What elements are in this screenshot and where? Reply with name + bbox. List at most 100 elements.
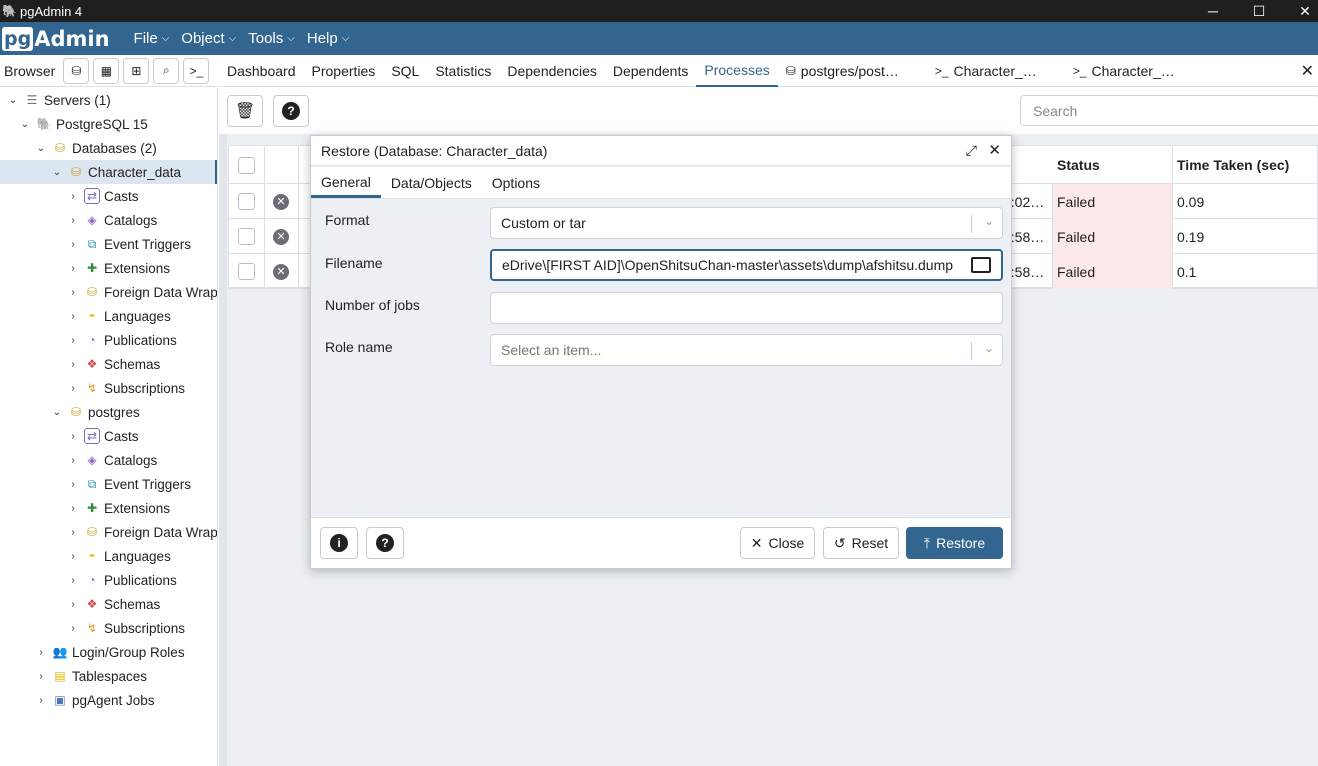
stop-process-icon[interactable]: ✕ — [273, 193, 289, 210]
tree-item-catalogs[interactable]: › ◈ Catalogs — [66, 208, 157, 232]
object-explorer-button[interactable]: ⛁ — [63, 57, 90, 84]
tab-statistics[interactable]: Statistics — [427, 55, 499, 87]
tab-psql-character-1[interactable]: >_ Character_… — [927, 55, 1045, 87]
tree-item-publications[interactable]: › ◔ Publications — [66, 568, 176, 592]
menu-tools[interactable]: Tools ⌵ — [242, 30, 301, 47]
close-dialog-icon[interactable]: ✕ — [988, 141, 1001, 159]
tree-item-publications[interactable]: › ◔ Publications — [66, 328, 176, 352]
tab-properties[interactable]: Properties — [304, 55, 384, 87]
chevron-right-icon[interactable]: › — [66, 359, 80, 370]
stop-process-icon[interactable]: ✕ — [273, 263, 289, 280]
tree-item-tablespaces[interactable]: › ▤ Tablespaces — [34, 664, 147, 688]
chevron-right-icon[interactable]: › — [34, 695, 48, 706]
chevron-down-icon[interactable]: ⌄ — [50, 167, 64, 178]
chevron-right-icon[interactable]: › — [66, 263, 80, 274]
tree-item-casts[interactable]: › ⇄ Casts — [66, 424, 139, 448]
tree-item-languages[interactable]: › ◓ Languages — [66, 304, 171, 328]
menu-help[interactable]: Help ⌵ — [301, 30, 355, 47]
tab-processes[interactable]: Processes — [696, 55, 778, 87]
header-status[interactable]: Status — [1053, 146, 1173, 184]
close-tab-icon[interactable]: ✕ — [1301, 61, 1314, 81]
chevron-down-icon[interactable]: ⌄ — [34, 143, 48, 154]
chevron-right-icon[interactable]: › — [66, 575, 80, 586]
number-of-jobs-input[interactable] — [490, 292, 1003, 324]
chevron-right-icon[interactable]: › — [66, 599, 80, 610]
search-objects-button[interactable]: ⌕ — [153, 57, 180, 84]
row-checkbox[interactable] — [238, 263, 255, 280]
dialog-header[interactable]: Restore (Database: Character_data) ⤢ ✕ — [311, 136, 1011, 166]
view-data-button[interactable]: ▦ — [93, 57, 120, 84]
chevron-down-icon[interactable]: ⌄ — [50, 407, 64, 418]
chevron-right-icon[interactable]: › — [66, 503, 80, 514]
tree-item-foreign-data-wrappers[interactable]: › ⛁ Foreign Data Wrappers — [66, 280, 217, 304]
tab-psql-character-2[interactable]: >_ Character_… — [1065, 55, 1183, 87]
tree-item-casts[interactable]: › ⇄ Casts — [66, 184, 139, 208]
tree-item-foreign-data-wrappers[interactable]: › ⛁ Foreign Data Wrappers — [66, 520, 217, 544]
folder-icon[interactable] — [971, 257, 991, 273]
tab-data-objects[interactable]: Data/Objects — [381, 168, 482, 198]
chevron-right-icon[interactable]: › — [66, 527, 80, 538]
row-checkbox[interactable] — [238, 193, 255, 210]
tab-dependencies[interactable]: Dependencies — [499, 55, 605, 87]
search-input[interactable]: Search — [1020, 95, 1318, 126]
chevron-right-icon[interactable]: › — [66, 431, 80, 442]
tree-item-schemas[interactable]: › ❖ Schemas — [66, 592, 160, 616]
expand-icon[interactable]: ⤢ — [966, 142, 977, 159]
maximize-button[interactable]: ☐ — [1236, 0, 1282, 22]
stop-process-icon[interactable]: ✕ — [273, 228, 289, 245]
chevron-right-icon[interactable]: › — [66, 623, 80, 634]
dialog-help-button[interactable]: ? — [366, 527, 404, 559]
menu-file[interactable]: File ⌵ — [128, 30, 176, 47]
chevron-right-icon[interactable]: › — [66, 455, 80, 466]
tree-item-languages[interactable]: › ◓ Languages — [66, 544, 171, 568]
tree-item-event-triggers[interactable]: › ⧉ Event Triggers — [66, 232, 191, 256]
chevron-right-icon[interactable]: › — [66, 335, 80, 346]
format-select[interactable]: Custom or tar ⌄ — [490, 207, 1003, 239]
reset-button[interactable]: ↺ Reset — [823, 527, 899, 559]
tree-item-character-data[interactable]: ⌄ ⛁ Character_data — [0, 160, 217, 184]
tree-item-postgresql-15[interactable]: ⌄ 🐘 PostgreSQL 15 — [18, 112, 148, 136]
help-button[interactable]: ? — [273, 95, 309, 127]
chevron-right-icon[interactable]: › — [34, 671, 48, 682]
chevron-right-icon[interactable]: › — [66, 215, 80, 226]
chevron-down-icon[interactable]: ⌄ — [6, 95, 20, 106]
chevron-right-icon[interactable]: › — [66, 311, 80, 322]
psql-tool-button[interactable]: >_ — [183, 57, 210, 84]
filename-input[interactable]: eDrive\[FIRST AID]\OpenShitsuChan-master… — [490, 249, 1003, 281]
info-button[interactable]: i — [320, 527, 358, 559]
tree-item-schemas[interactable]: › ❖ Schemas — [66, 352, 160, 376]
tree-item-pgagent-jobs[interactable]: › ▣ pgAgent Jobs — [34, 688, 154, 712]
tab-dashboard[interactable]: Dashboard — [219, 55, 304, 87]
tree-item-extensions[interactable]: › ✚ Extensions — [66, 256, 170, 280]
role-name-select[interactable]: Select an item... ⌄ — [490, 334, 1003, 366]
tree-item-subscriptions[interactable]: › ↯ Subscriptions — [66, 616, 185, 640]
tree-item-catalogs[interactable]: › ◈ Catalogs — [66, 448, 157, 472]
tree-item-extensions[interactable]: › ✚ Extensions — [66, 496, 170, 520]
delete-button[interactable]: 🗑 — [227, 95, 263, 127]
tab-query-postgres[interactable]: ⛁ postgres/post… — [778, 55, 907, 87]
tab-sql[interactable]: SQL — [383, 55, 427, 87]
restore-button[interactable]: ⤒ Restore — [906, 527, 1003, 559]
minimize-button[interactable]: ─ — [1190, 0, 1236, 22]
tab-general[interactable]: General — [311, 168, 381, 198]
chevron-right-icon[interactable]: › — [66, 383, 80, 394]
chevron-right-icon[interactable]: › — [66, 239, 80, 250]
tree-item-postgres[interactable]: ⌄ ⛁ postgres — [50, 400, 140, 424]
tab-dependents[interactable]: Dependents — [605, 55, 697, 87]
chevron-right-icon[interactable]: › — [66, 479, 80, 490]
tree-item-servers[interactable]: ⌄ ☰ Servers (1) — [6, 88, 111, 112]
tree-item-event-triggers[interactable]: › ⧉ Event Triggers — [66, 472, 191, 496]
chevron-right-icon[interactable]: › — [34, 647, 48, 658]
chevron-down-icon[interactable]: ⌄ — [18, 119, 32, 130]
close-button[interactable]: ✕ Close — [740, 527, 815, 559]
tree-item-login-group-roles[interactable]: › 👥 Login/Group Roles — [34, 640, 184, 664]
chevron-right-icon[interactable]: › — [66, 287, 80, 298]
row-checkbox[interactable] — [238, 228, 255, 245]
header-time-taken[interactable]: Time Taken (sec) — [1173, 146, 1318, 184]
tree-item-databases[interactable]: ⌄ ⛁ Databases (2) — [34, 136, 157, 160]
chevron-right-icon[interactable]: › — [66, 191, 80, 202]
close-window-button[interactable]: ✕ — [1282, 0, 1318, 22]
menu-object[interactable]: Object ⌵ — [175, 30, 242, 47]
tree-item-subscriptions[interactable]: › ↯ Subscriptions — [66, 376, 185, 400]
select-all-checkbox[interactable] — [238, 156, 255, 174]
